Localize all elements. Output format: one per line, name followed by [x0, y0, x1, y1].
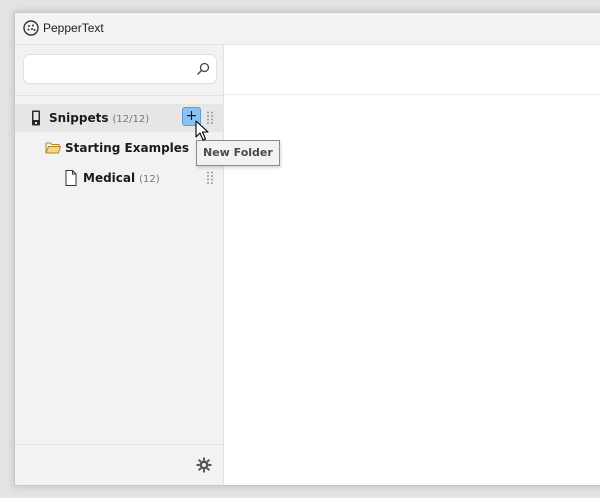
- tree-folder-starting-examples[interactable]: Starting Examples: [15, 134, 223, 162]
- tree-root-label: Snippets (12/12): [49, 111, 149, 125]
- snippets-count: (12/12): [112, 114, 150, 125]
- app-window: PepperText Snippets (12/12) + Starting E…: [14, 12, 600, 486]
- search-input[interactable]: [32, 59, 196, 79]
- item-label: Medical (12): [83, 171, 160, 185]
- sidebar-footer: [15, 444, 223, 485]
- snippets-label: Snippets: [49, 111, 109, 125]
- document-icon: [65, 170, 77, 186]
- search-icon[interactable]: [196, 62, 210, 76]
- pepper-icon: [23, 20, 39, 36]
- gear-icon[interactable]: [196, 457, 212, 473]
- divider: [15, 95, 223, 96]
- medical-label: Medical: [83, 171, 136, 185]
- tree-root-snippets[interactable]: Snippets (12/12) +: [15, 104, 223, 132]
- title-bar: PepperText: [15, 13, 600, 45]
- sidebar: Snippets (12/12) + Starting Examples Med…: [15, 45, 224, 485]
- main-header: [224, 45, 600, 95]
- main-panel: [224, 45, 600, 485]
- folder-label: Starting Examples: [65, 141, 190, 155]
- tree-item-medical[interactable]: Medical (12): [15, 164, 223, 192]
- search-box[interactable]: [23, 54, 217, 84]
- drag-handle-icon[interactable]: [206, 171, 214, 185]
- medical-count: (12): [139, 174, 160, 185]
- phone-icon: [32, 110, 40, 126]
- mouse-pointer-icon: [195, 120, 209, 141]
- app-title: PepperText: [43, 21, 104, 35]
- folder-open-icon: [45, 142, 61, 154]
- new-folder-tooltip: New Folder: [196, 140, 280, 166]
